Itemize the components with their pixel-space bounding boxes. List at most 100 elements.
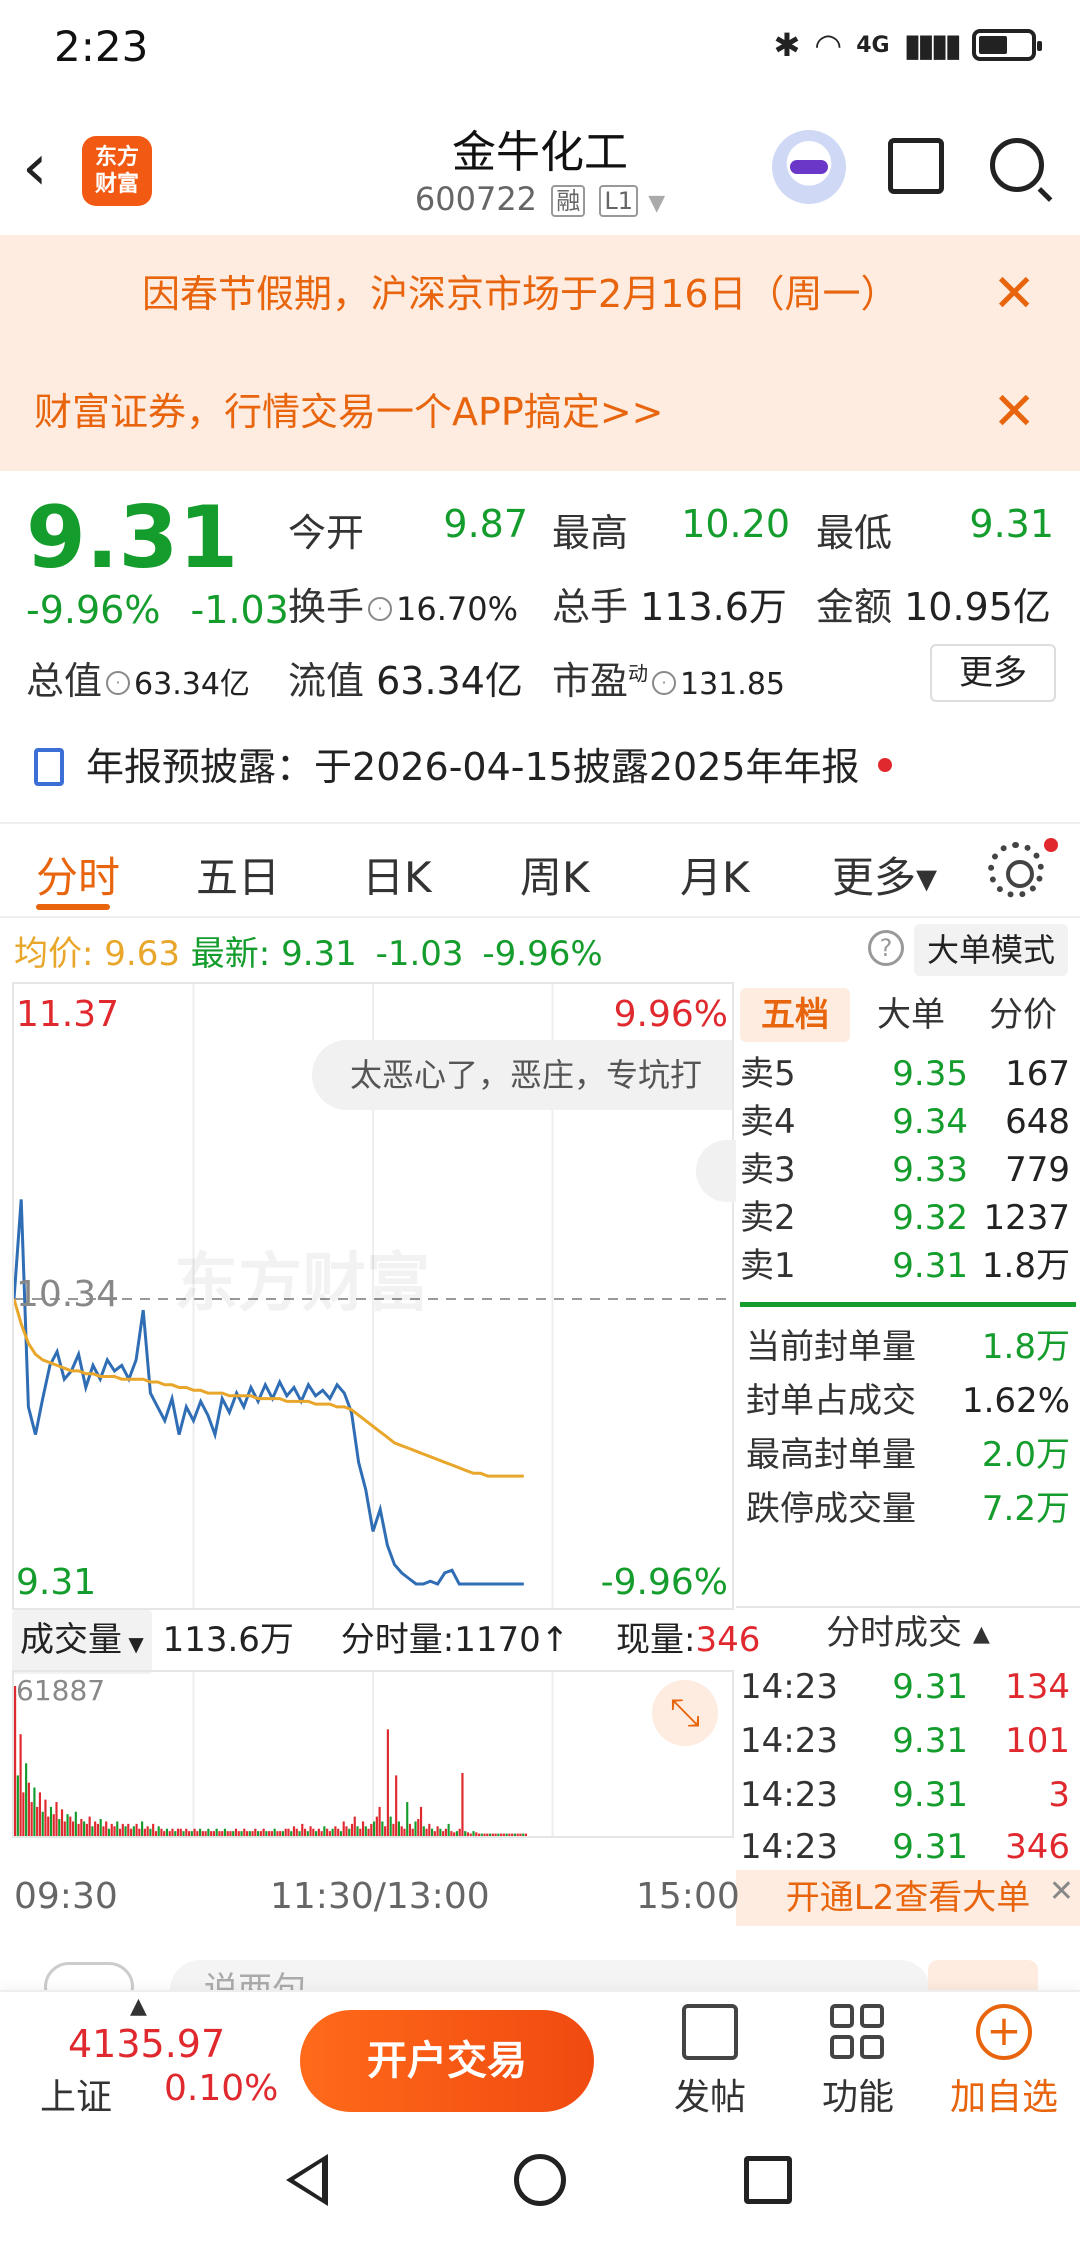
wifi-icon: ◠ — [814, 26, 843, 64]
clock: 2:23 — [54, 22, 149, 71]
volume-bar — [279, 1831, 282, 1836]
tab-daily-k[interactable]: 日K — [362, 844, 432, 905]
add-watchlist-button[interactable]: + 加自选 — [944, 2004, 1064, 2120]
volume-bar — [105, 1821, 108, 1836]
minute-volume-value: 1170↑ — [454, 1620, 570, 1660]
tab-big-orders[interactable]: 大单 — [858, 988, 964, 1042]
status-bar: 2:23 ✱ ◠ 4G ▮▮▮▮ — [0, 0, 1080, 100]
ask-label: 卖4 — [740, 1102, 796, 1142]
volume-bar — [149, 1828, 152, 1836]
promo-notice[interactable]: 财富证券，行情交易一个APP搞定>> ✕ — [0, 353, 1080, 471]
volume-bar — [165, 1828, 169, 1836]
ask-label: 卖5 — [740, 1054, 796, 1094]
expand-icon[interactable]: ⤡ — [652, 1680, 718, 1746]
l2-upgrade-banner[interactable]: 开通L2查看大单 ✕ — [736, 1870, 1080, 1926]
ask-qty: 1237 — [983, 1198, 1070, 1238]
functions-button[interactable]: 功能 — [798, 2004, 918, 2120]
volume-bar — [317, 1828, 320, 1836]
chart-tabs: 分时 五日 日K 周K 月K 更多▾ — [0, 822, 1080, 918]
trade-qty: 134 — [1005, 1667, 1070, 1707]
seal-row: 当前封单量 1.8万 — [746, 1320, 1070, 1374]
recents-square-icon[interactable] — [744, 2156, 792, 2204]
pct-bottom-label: -9.96% — [600, 1562, 728, 1603]
index-value[interactable]: 4135.97 — [68, 2022, 225, 2066]
annual-report-notice[interactable]: 年报预披露：于2026-04-15披露2025年年报 — [34, 736, 892, 791]
volume-chart[interactable]: 61887 — [12, 1670, 734, 1838]
home-circle-icon[interactable] — [514, 2154, 566, 2206]
volume-bar — [199, 1828, 202, 1836]
volume-bar — [121, 1823, 124, 1836]
info-icon[interactable]: · — [652, 671, 677, 695]
volume-bar — [74, 1811, 77, 1836]
volume-bar — [502, 1833, 505, 1836]
share-icon[interactable] — [888, 138, 944, 194]
close-icon[interactable]: ✕ — [992, 235, 1036, 353]
volume-max-label: 61887 — [16, 1674, 106, 1707]
open-label: 今开 — [288, 511, 365, 555]
float-stat: 流值 63.34亿 — [288, 650, 523, 705]
intraday-chart[interactable]: 11.37 9.96% 10.34 9.31 -9.96% 东方财富 太恶心了，… — [12, 982, 736, 1610]
post-label: 发帖 — [673, 2077, 746, 2118]
info-icon[interactable]: · — [368, 597, 393, 621]
low-label: 最低 — [816, 502, 892, 557]
close-icon[interactable]: ✕ — [992, 353, 1036, 471]
tab-price-dist[interactable]: 分价 — [970, 988, 1076, 1042]
volume-bar — [25, 1763, 28, 1836]
tab-weekly-k[interactable]: 周K — [520, 844, 590, 905]
volume-bar — [47, 1816, 50, 1836]
ask-label: 卖2 — [740, 1198, 796, 1238]
info-icon[interactable]: · — [106, 671, 131, 695]
seal-label: 跌停成交量 — [746, 1489, 916, 1529]
volume-indicator-select[interactable]: 成交量 ▼ — [12, 1610, 152, 1674]
danmaku-bubble[interactable]: 太恶心了，恶庄，专坑打 — [312, 1040, 732, 1110]
settings-gear-icon[interactable] — [988, 842, 1044, 898]
document-icon — [34, 748, 64, 786]
back-triangle-icon[interactable] — [286, 2154, 328, 2206]
search-icon[interactable] — [990, 138, 1044, 192]
volume-bar — [240, 1831, 243, 1836]
collapse-arrow-icon[interactable]: ▲ — [130, 1994, 147, 2019]
help-icon[interactable]: ? — [868, 930, 904, 966]
volume-bar — [309, 1826, 312, 1836]
volume-bar — [312, 1828, 315, 1836]
more-stats-button[interactable]: 更多 — [930, 644, 1056, 702]
volume-bar — [212, 1831, 215, 1836]
volume-bar — [494, 1833, 497, 1836]
volume-bar — [262, 1828, 265, 1836]
change-percent: -9.96% — [26, 588, 161, 632]
tab-monthly-k[interactable]: 月K — [680, 844, 750, 905]
volume-bar — [129, 1828, 133, 1836]
index-name: 上证 — [40, 2077, 113, 2118]
volume-bar — [411, 1828, 414, 1836]
network-label: 4G — [856, 32, 890, 58]
volume-bar — [14, 1686, 17, 1836]
holiday-notice[interactable]: 因春节假期，沪深京市场于2月16日（周一） ✕ — [0, 235, 1080, 353]
open-account-trade-button[interactable]: 开户交易 — [300, 2010, 594, 2112]
volume-bar — [44, 1799, 47, 1836]
seal-row: 最高封单量 2.0万 — [746, 1428, 1070, 1482]
tab-intraday[interactable]: 分时 — [36, 844, 120, 905]
volume-bar — [337, 1828, 340, 1836]
tab-more[interactable]: 更多▾ — [832, 844, 937, 905]
tab-five-levels[interactable]: 五档 — [740, 988, 850, 1042]
trade-time: 14:23 — [740, 1667, 838, 1707]
trades-header[interactable]: 分时成交 ▴ — [736, 1606, 1080, 1656]
big-order-mode-button[interactable]: 大单模式 — [914, 924, 1068, 976]
volume-bar — [270, 1831, 273, 1836]
y-top-label: 11.37 — [16, 994, 120, 1035]
index-percent: 0.10% — [164, 2068, 279, 2109]
ask-price: 9.35 — [892, 1054, 968, 1094]
tab-five-day[interactable]: 五日 — [196, 844, 280, 905]
assistant-robot-icon[interactable] — [772, 130, 846, 204]
trade-time: 14:23 — [740, 1827, 838, 1867]
change-amount: -1.03 — [190, 588, 289, 632]
volume-bar — [466, 1832, 470, 1836]
close-icon[interactable]: ✕ — [1049, 1864, 1074, 1920]
volume-bar — [85, 1823, 88, 1836]
volume-bar — [400, 1826, 403, 1836]
post-button[interactable]: 发帖 — [650, 2004, 770, 2120]
volume-bar — [458, 1828, 461, 1836]
volume-bar — [204, 1831, 207, 1836]
volume-bar — [364, 1826, 367, 1836]
volume-bar — [143, 1828, 146, 1836]
